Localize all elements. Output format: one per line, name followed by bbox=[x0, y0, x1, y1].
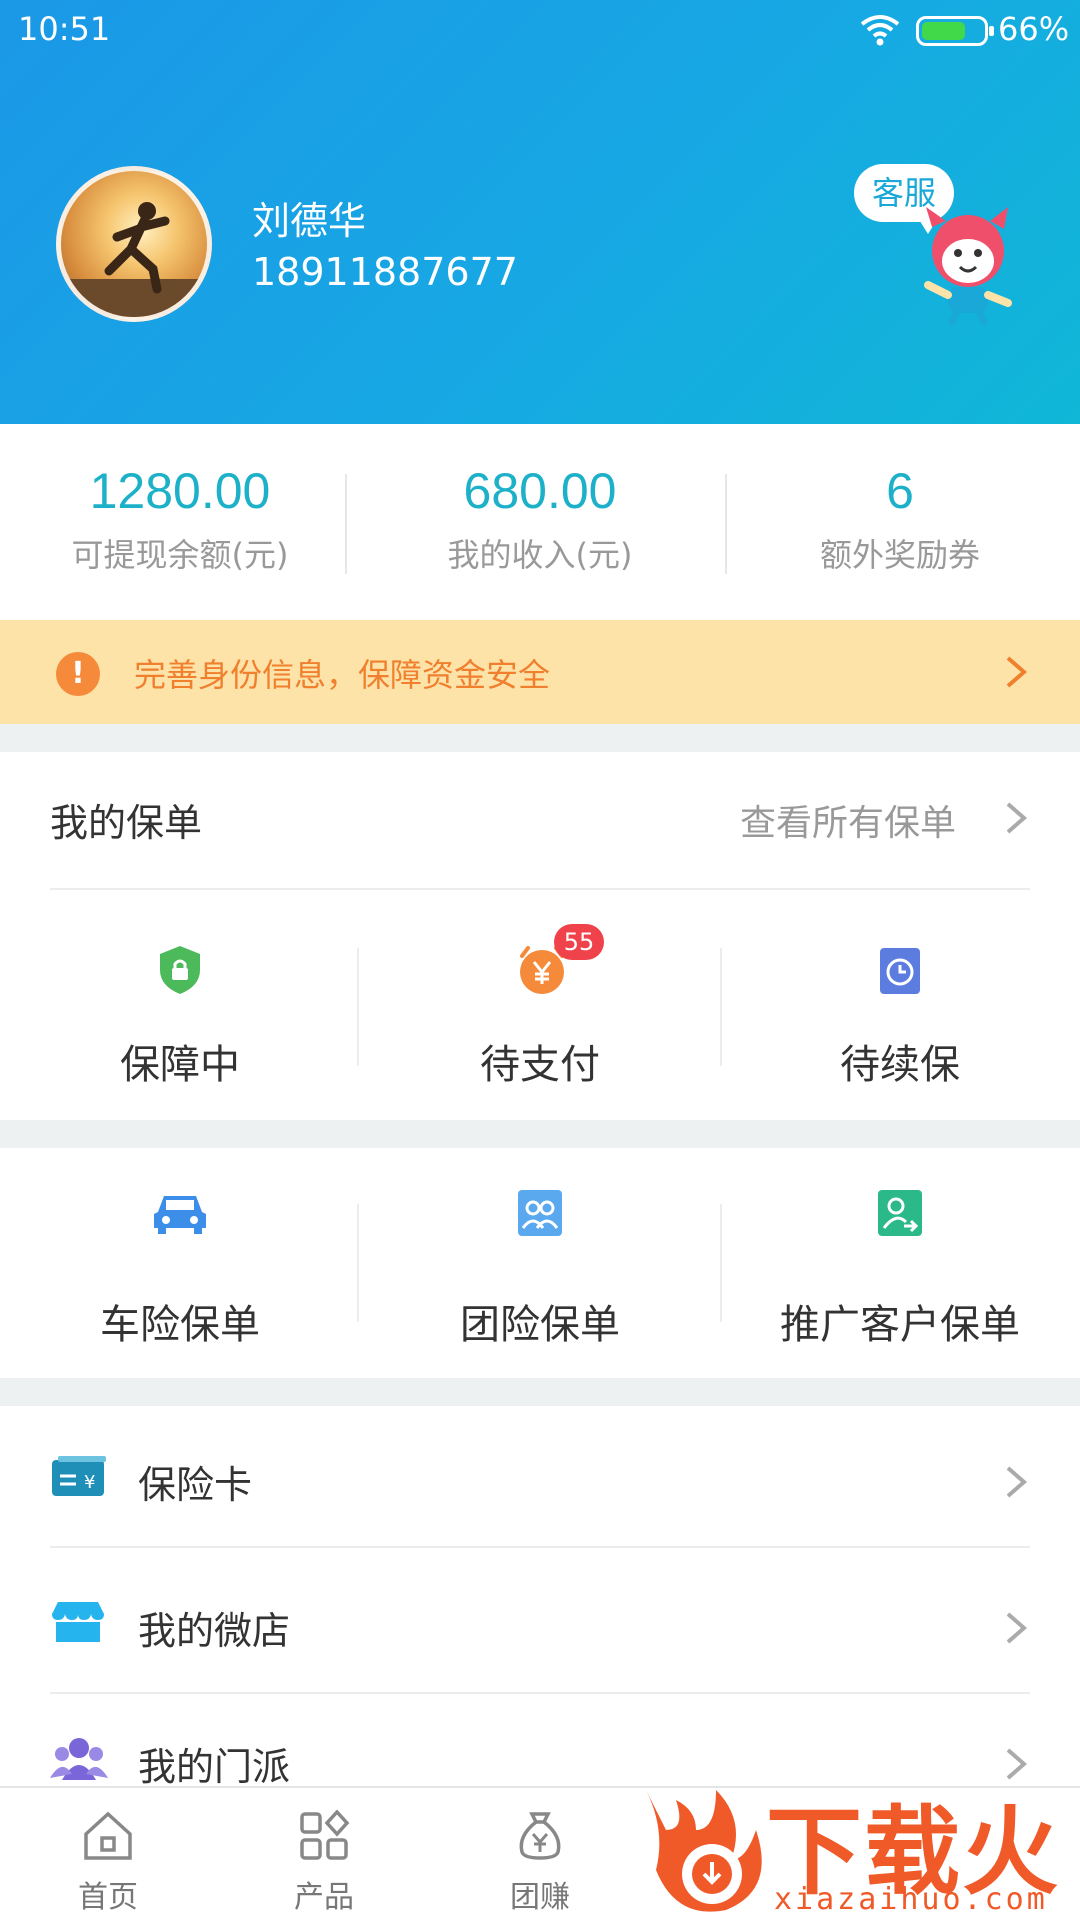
shield-lock-icon bbox=[156, 944, 204, 996]
divider bbox=[357, 948, 359, 1066]
balance-stats: 1280.00 可提现余额(元) 680.00 我的收入(元) 6 额外奖励券 bbox=[0, 424, 1080, 620]
notice-text: 完善身份信息，保障资金安全 bbox=[134, 656, 551, 694]
warning-icon: ! bbox=[56, 652, 100, 696]
share-user-icon bbox=[876, 1188, 924, 1240]
divider bbox=[357, 1204, 359, 1322]
watermark-url: xiazaihuo.com bbox=[774, 1882, 1048, 1917]
tab-label: 产品 bbox=[294, 1880, 354, 1915]
menu-list: ¥ 保险卡 我的微店 我的门派 bbox=[0, 1406, 1080, 1786]
avatar[interactable] bbox=[56, 166, 212, 322]
policy-pending-payment[interactable]: 待支付 bbox=[360, 932, 720, 1088]
policy-label: 待支付 bbox=[480, 1042, 600, 1088]
tab-home[interactable]: 首页 bbox=[0, 1788, 216, 1920]
people-icon bbox=[50, 1736, 108, 1786]
stat-label: 我的收入(元) bbox=[447, 536, 633, 574]
status-bar: 10:51 66% bbox=[0, 0, 1080, 62]
car-insurance-policies[interactable]: 车险保单 bbox=[0, 1188, 360, 1348]
stat-coupons[interactable]: 6 额外奖励券 bbox=[720, 462, 1080, 576]
chevron-right-icon bbox=[1004, 1610, 1028, 1650]
policy-label: 保障中 bbox=[120, 1042, 240, 1088]
stat-value: 680.00 bbox=[463, 463, 617, 519]
stat-value: 6 bbox=[886, 463, 914, 519]
tab-label: 团赚 bbox=[510, 1880, 570, 1915]
stat-income[interactable]: 680.00 我的收入(元) bbox=[360, 462, 720, 576]
divider bbox=[345, 474, 347, 574]
stat-label: 额外奖励券 bbox=[819, 536, 980, 574]
divider bbox=[50, 888, 1030, 890]
shop-icon bbox=[50, 1600, 106, 1648]
policy-type-label: 团险保单 bbox=[460, 1302, 620, 1348]
profile-header: 10:51 66% 刘德华 18911887677 客服 bbox=[0, 0, 1080, 424]
menu-item-label: 我的微店 bbox=[138, 1609, 291, 1653]
pending-count-badge: 55 bbox=[554, 924, 604, 960]
menu-item-my-shop[interactable]: 我的微店 bbox=[0, 1552, 1080, 1698]
xiazaihuo-watermark: 下载火 xiazaihuo.com bbox=[636, 1770, 1080, 1920]
view-all-policies-link[interactable]: 查看所有保单 bbox=[740, 794, 956, 846]
car-icon bbox=[150, 1188, 210, 1240]
menu-item-insurance-card[interactable]: ¥ 保险卡 bbox=[0, 1406, 1080, 1552]
wifi-icon bbox=[860, 14, 900, 50]
policy-type-label: 推广客户保单 bbox=[780, 1302, 1020, 1348]
policy-pending-renewal[interactable]: 待续保 bbox=[720, 932, 1080, 1088]
referral-customer-policies[interactable]: 推广客户保单 bbox=[720, 1188, 1080, 1348]
svg-text:¥: ¥ bbox=[84, 1472, 95, 1493]
group-insurance-policies[interactable]: 团险保单 bbox=[360, 1188, 720, 1348]
flame-logo-icon bbox=[646, 1790, 762, 1912]
my-policies-card: 我的保单 查看所有保单 保障中 待支付 待续保 bbox=[0, 752, 1080, 1120]
money-bag-icon bbox=[514, 1810, 566, 1866]
user-name: 刘德华 bbox=[252, 199, 367, 243]
user-phone: 18911887677 bbox=[252, 250, 518, 294]
divider bbox=[50, 1546, 1030, 1548]
chevron-right-icon bbox=[1004, 1464, 1028, 1504]
status-time: 10:51 bbox=[18, 10, 111, 48]
group-icon bbox=[516, 1188, 564, 1240]
home-icon bbox=[82, 1810, 134, 1866]
policy-label: 待续保 bbox=[840, 1042, 960, 1088]
menu-item-label: 保险卡 bbox=[138, 1463, 253, 1507]
tab-products[interactable]: 产品 bbox=[216, 1788, 432, 1920]
mascot-icon[interactable] bbox=[912, 205, 1022, 329]
policy-active[interactable]: 保障中 bbox=[0, 932, 360, 1088]
stat-label: 可提现余额(元) bbox=[71, 536, 289, 574]
policy-type-label: 车险保单 bbox=[100, 1302, 260, 1348]
section-title: 我的保单 bbox=[50, 801, 203, 845]
tab-label: 首页 bbox=[78, 1880, 138, 1915]
stat-withdrawable[interactable]: 1280.00 可提现余额(元) bbox=[0, 462, 360, 576]
stat-value: 1280.00 bbox=[89, 463, 271, 519]
policy-types-card: 车险保单 团险保单 推广客户保单 bbox=[0, 1148, 1080, 1378]
identity-notice-banner[interactable]: ! 完善身份信息，保障资金安全 bbox=[0, 620, 1080, 724]
chevron-right-icon[interactable] bbox=[1004, 800, 1028, 840]
menu-item-label: 我的门派 bbox=[138, 1745, 291, 1786]
divider bbox=[50, 1692, 1030, 1694]
clock-doc-icon bbox=[876, 944, 924, 996]
battery-percent: 66% bbox=[998, 10, 1070, 48]
battery-icon bbox=[916, 16, 994, 46]
card-icon: ¥ bbox=[50, 1454, 108, 1502]
chevron-right-icon bbox=[1004, 654, 1028, 694]
tab-group-earn[interactable]: 团赚 bbox=[432, 1788, 648, 1920]
grid-icon bbox=[298, 1809, 350, 1866]
